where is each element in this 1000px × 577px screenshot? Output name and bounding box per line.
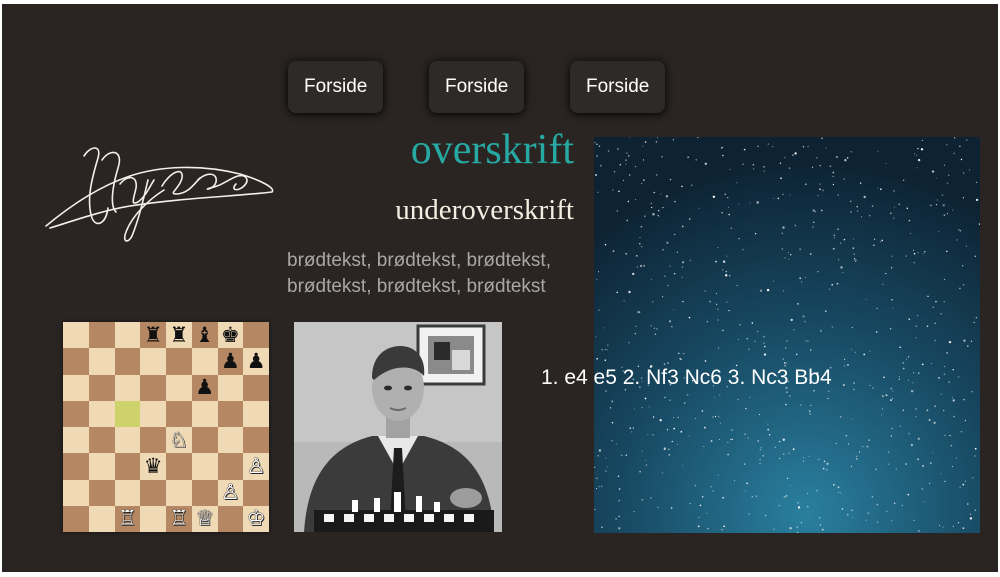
square-c8[interactable] (114, 322, 141, 349)
chess-piece-e1[interactable]: ♖ (169, 508, 188, 529)
square-g4[interactable] (217, 427, 244, 454)
square-d5[interactable] (140, 400, 166, 427)
square-b3[interactable] (88, 453, 115, 480)
square-h6[interactable] (243, 374, 269, 401)
square-g3[interactable] (217, 453, 244, 480)
square-b2[interactable] (88, 479, 115, 506)
square-c7[interactable] (114, 348, 141, 375)
square-b4[interactable] (88, 427, 115, 454)
chess-piece-f1[interactable]: ♕ (195, 508, 214, 529)
nav-button-forside-3[interactable]: Forside (570, 61, 666, 113)
square-a8[interactable] (63, 322, 89, 349)
nav-button-forside-1[interactable]: Forside (288, 61, 384, 113)
body-text: brødtekst, brødtekst, brødtekst, brødtek… (287, 248, 587, 300)
square-f6[interactable]: ♟ (191, 374, 218, 401)
move-notation: 1. e4 e5 2. Nf3 Nc6 3. Nc3 Bb4 (541, 366, 832, 389)
square-e2[interactable] (166, 479, 192, 506)
square-c1[interactable]: ♖ (114, 505, 141, 532)
chess-piece-f8[interactable]: ♝ (195, 324, 214, 346)
square-c3[interactable] (114, 453, 141, 480)
square-a7[interactable] (63, 348, 89, 375)
square-h4[interactable] (243, 427, 269, 454)
body-text-line-1: brødtekst, brødtekst, brødtekst, (287, 250, 551, 271)
chess-piece-g2[interactable]: ♙ (221, 482, 240, 503)
page-frame: Forside Forside Forside overskrift under… (2, 4, 998, 572)
square-e5[interactable] (166, 400, 192, 427)
chess-piece-f6[interactable]: ♟ (195, 377, 214, 398)
starfield-image (594, 137, 980, 533)
square-g6[interactable] (217, 374, 244, 401)
square-a6[interactable] (63, 374, 89, 401)
square-g1[interactable] (217, 505, 244, 532)
chess-piece-h3[interactable]: ♙ (247, 455, 266, 477)
square-g7[interactable]: ♟ (217, 348, 244, 375)
square-f5[interactable] (191, 400, 218, 427)
chess-piece-d8[interactable]: ♜ (144, 324, 163, 346)
square-g8[interactable]: ♚ (217, 322, 244, 349)
chess-piece-h7[interactable]: ♟ (247, 350, 266, 372)
square-a2[interactable] (63, 479, 89, 506)
square-b1[interactable] (88, 505, 115, 532)
square-h1[interactable]: ♔ (243, 505, 269, 532)
body-text-line-2: brødtekst, brødtekst, brødtekst (287, 276, 546, 297)
square-h5[interactable] (243, 400, 269, 427)
square-c4[interactable] (114, 427, 141, 454)
chess-piece-c1[interactable]: ♖ (118, 508, 137, 529)
square-d3[interactable]: ♛ (140, 453, 166, 480)
square-b8[interactable] (88, 322, 115, 349)
square-d6[interactable] (140, 374, 166, 401)
square-f3[interactable] (191, 453, 218, 480)
square-e3[interactable] (166, 453, 192, 480)
square-b7[interactable] (88, 348, 115, 375)
square-e4[interactable]: ♘ (166, 427, 192, 454)
chess-player-photo (294, 322, 502, 532)
chessboard: ♜ ♜ ♝ ♚ ♟ ♟ ♟ ♘ ♛ ♙ ♙ ♖ ♖ ♕ ♔ (63, 322, 269, 532)
square-a4[interactable] (63, 427, 89, 454)
signature-icon (45, 147, 274, 242)
square-d8[interactable]: ♜ (140, 322, 166, 349)
chess-piece-h1[interactable]: ♔ (247, 508, 266, 529)
chess-piece-g8[interactable]: ♚ (221, 324, 240, 346)
square-d2[interactable] (140, 479, 166, 506)
square-f8[interactable]: ♝ (191, 322, 218, 349)
square-h7[interactable]: ♟ (243, 348, 269, 375)
square-e8[interactable]: ♜ (166, 322, 192, 349)
square-c6[interactable] (114, 374, 141, 401)
chess-piece-e8[interactable]: ♜ (169, 324, 188, 346)
square-d4[interactable] (140, 427, 166, 454)
square-e7[interactable] (166, 348, 192, 375)
nav-button-forside-2[interactable]: Forside (429, 61, 525, 113)
square-f1[interactable]: ♕ (191, 505, 218, 532)
square-b5[interactable] (88, 400, 115, 427)
square-f2[interactable] (191, 479, 218, 506)
square-a1[interactable] (63, 505, 89, 532)
square-h8[interactable] (243, 322, 269, 349)
chess-piece-e4[interactable]: ♘ (169, 429, 188, 451)
square-b6[interactable] (88, 374, 115, 401)
square-a3[interactable] (63, 453, 89, 480)
chess-piece-g7[interactable]: ♟ (221, 350, 240, 372)
headline: overskrift (410, 127, 574, 173)
square-f7[interactable] (191, 348, 218, 375)
chess-piece-d3[interactable]: ♛ (144, 455, 163, 477)
square-g2[interactable]: ♙ (217, 479, 244, 506)
square-e1[interactable]: ♖ (166, 505, 192, 532)
square-e6[interactable] (166, 374, 192, 401)
square-h3[interactable]: ♙ (243, 453, 269, 480)
square-c5[interactable] (114, 400, 141, 427)
square-a5[interactable] (63, 400, 89, 427)
square-c2[interactable] (114, 479, 141, 506)
square-d7[interactable] (140, 348, 166, 375)
square-f4[interactable] (191, 427, 218, 454)
square-h2[interactable] (243, 479, 269, 506)
square-g5[interactable] (217, 400, 244, 427)
square-d1[interactable] (140, 505, 166, 532)
subheadline: underoverskrift (395, 194, 574, 226)
